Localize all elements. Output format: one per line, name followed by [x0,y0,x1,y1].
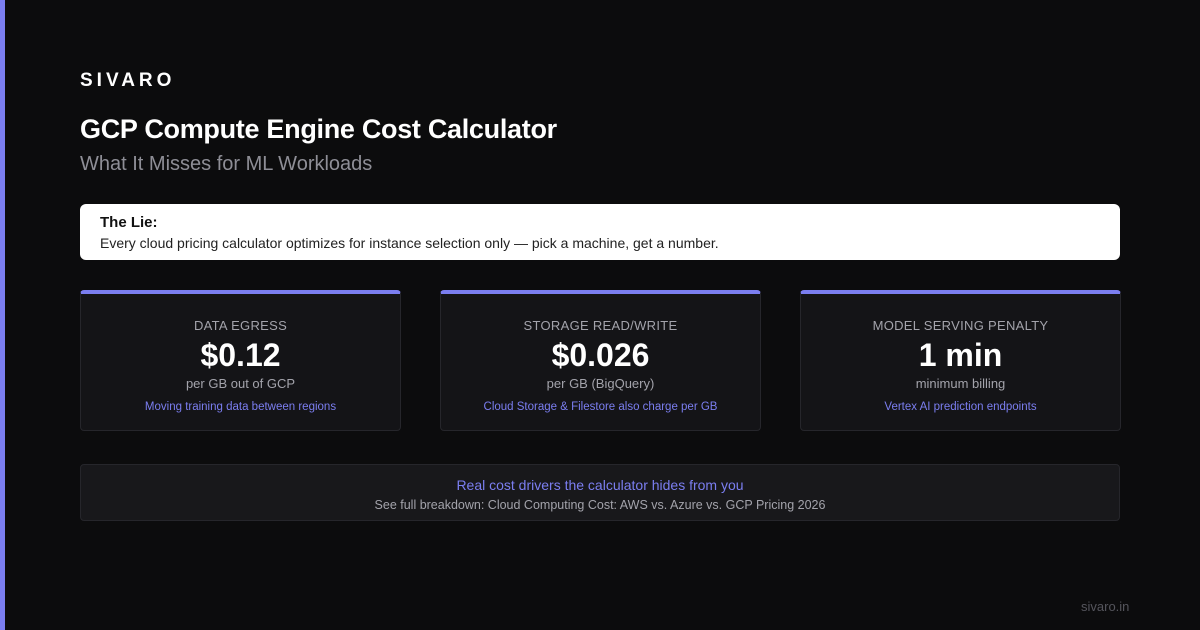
lie-label: The Lie: [100,214,158,231]
card-label: STORAGE READ/WRITE [523,318,678,333]
card-value: 1 min [918,337,1003,373]
page-title: GCP Compute Engine Cost Calculator [80,114,557,144]
card-unit: minimum billing [915,376,1006,391]
lie-callout: The Lie: Every cloud pricing calculator … [80,204,1120,260]
card-note: Cloud Storage & Filestore also charge pe… [483,401,718,413]
card-storage-read-write: STORAGE READ/WRITE $0.026 per GB (BigQue… [440,290,761,431]
card-value: $0.12 [200,337,281,373]
breakdown-link[interactable]: See full breakdown: Cloud Computing Cost… [81,498,1119,512]
footer-headline: Real cost drivers the calculator hides f… [456,477,744,493]
card-unit: per GB out of GCP [185,376,296,391]
card-label: MODEL SERVING PENALTY [872,318,1049,333]
card-unit: per GB (BigQuery) [546,376,655,391]
card-note: Moving training data between regions [144,401,337,413]
footer-callout: Real cost drivers the calculator hides f… [80,464,1120,521]
page-subtitle: What It Misses for ML Workloads [80,153,373,175]
cost-cards: DATA EGRESS $0.12 per GB out of GCP Movi… [80,290,1121,431]
site-domain: sivaro.in [1081,599,1130,614]
card-value: $0.026 [551,337,650,373]
accent-bar [0,0,5,630]
card-label: DATA EGRESS [193,318,288,333]
card-data-egress: DATA EGRESS $0.12 per GB out of GCP Movi… [80,290,401,431]
lie-text: Every cloud pricing calculator optimizes… [100,235,719,251]
card-model-serving-penalty: MODEL SERVING PENALTY 1 min minimum bill… [800,290,1121,431]
brand-logo: SIVARO [80,70,176,91]
card-note: Vertex AI prediction endpoints [884,401,1037,413]
